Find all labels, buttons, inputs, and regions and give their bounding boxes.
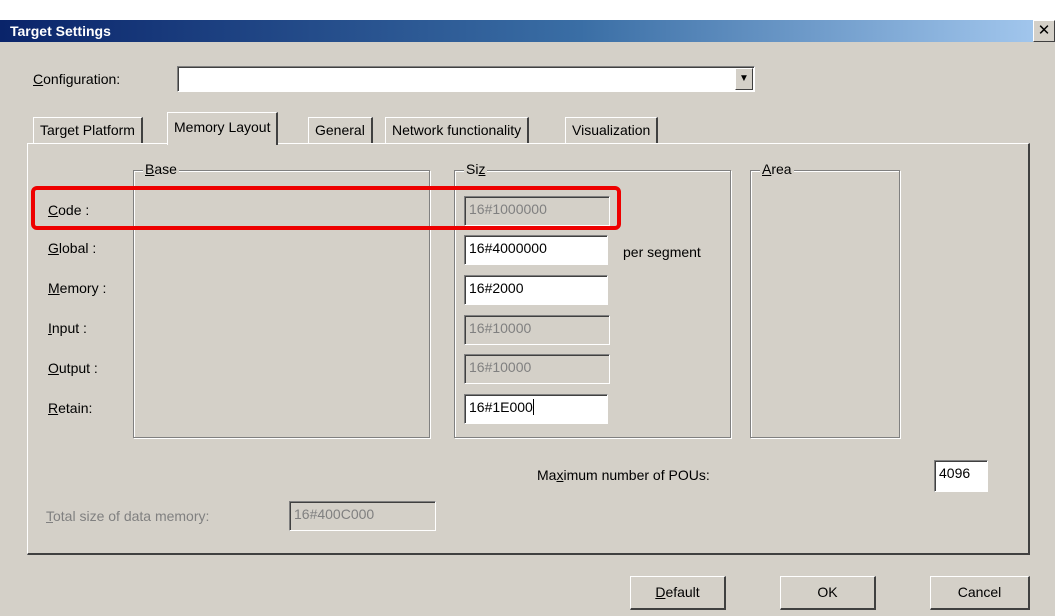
total-size-label: Total size of data memory:: [46, 508, 210, 524]
tab-label: Memory Layout: [174, 119, 271, 135]
area-group: [750, 170, 900, 438]
tab-general[interactable]: General: [308, 117, 373, 143]
code-label: Code :: [48, 202, 90, 218]
tab-memory-layout[interactable]: Memory Layout: [167, 112, 279, 145]
configuration-label-text: onfiguration:: [43, 71, 121, 87]
global-label-rest: lobal :: [58, 240, 97, 256]
configuration-dropdown-button[interactable]: ▼: [735, 68, 753, 90]
retain-label-rest: etain:: [58, 400, 93, 416]
max-pous-field[interactable]: 4096: [934, 460, 988, 492]
configuration-select[interactable]: ▼: [177, 66, 755, 92]
cancel-button[interactable]: Cancel: [930, 576, 1030, 610]
area-label-rest: rea: [771, 161, 792, 177]
base-group-label: Base: [143, 161, 179, 177]
input-label-rest: nput :: [51, 320, 87, 336]
max-pous-label-rest: imum number of POUs:: [563, 467, 710, 483]
global-label: Global :: [48, 240, 97, 256]
total-size-field: 16#400C000: [289, 501, 436, 531]
cancel-label: Cancel: [957, 584, 1002, 600]
close-button[interactable]: ✕: [1033, 20, 1055, 42]
tab-label: Visualization: [572, 122, 651, 138]
input-size-field: 16#10000: [464, 315, 610, 345]
per-segment-label: per segment: [623, 244, 701, 260]
default-button[interactable]: Default: [630, 576, 726, 610]
retain-size-value: 16#1E000: [469, 399, 533, 415]
output-size-field: 16#10000: [464, 354, 610, 384]
tab-label: Target Platform: [40, 122, 135, 138]
global-size-field[interactable]: 16#4000000: [464, 235, 608, 265]
default-label-first: D: [655, 584, 666, 600]
chevron-down-icon: ▼: [739, 73, 749, 84]
size-label-underlined: z: [478, 161, 486, 177]
title-bar[interactable]: [0, 20, 1055, 42]
code-label-rest: ode :: [58, 202, 90, 218]
configuration-label: Configuration:: [33, 71, 121, 87]
text-caret: [532, 399, 534, 415]
code-size-field: 16#1000000: [464, 196, 610, 226]
tab-label: General: [315, 122, 365, 138]
size-group-label: Siz: [464, 161, 488, 177]
memory-size-field[interactable]: 16#2000: [464, 275, 608, 305]
ok-button[interactable]: OK: [780, 576, 876, 610]
retain-label: Retain:: [48, 400, 93, 416]
memory-label: Memory :: [48, 280, 107, 296]
total-size-label-rest: otal size of data memory:: [53, 508, 210, 524]
max-pous-label-pre: Ma: [537, 467, 557, 483]
memory-label-rest: emory :: [59, 280, 107, 296]
window-title: Target Settings: [10, 23, 111, 39]
retain-size-field[interactable]: 16#1E000: [464, 394, 608, 424]
tab-label: Network functionality: [392, 122, 522, 138]
tab-target-platform[interactable]: Target Platform: [33, 117, 143, 143]
output-label-rest: utput :: [58, 360, 98, 376]
input-label: Input :: [48, 320, 87, 336]
base-group: [133, 170, 430, 438]
default-label-rest: efault: [665, 584, 700, 600]
tab-visualization[interactable]: Visualization: [565, 117, 659, 143]
output-label: Output :: [48, 360, 98, 376]
close-icon: ✕: [1037, 22, 1051, 39]
base-label-rest: ase: [154, 161, 177, 177]
area-group-label: Area: [760, 161, 794, 177]
tab-network-functionality[interactable]: Network functionality: [385, 117, 530, 143]
title-bar-area: Target Settings ✕: [0, 0, 1055, 42]
ok-label: OK: [817, 584, 838, 600]
size-label-pre: Si: [466, 161, 479, 177]
max-pous-label: Maximum number of POUs:: [537, 467, 710, 483]
